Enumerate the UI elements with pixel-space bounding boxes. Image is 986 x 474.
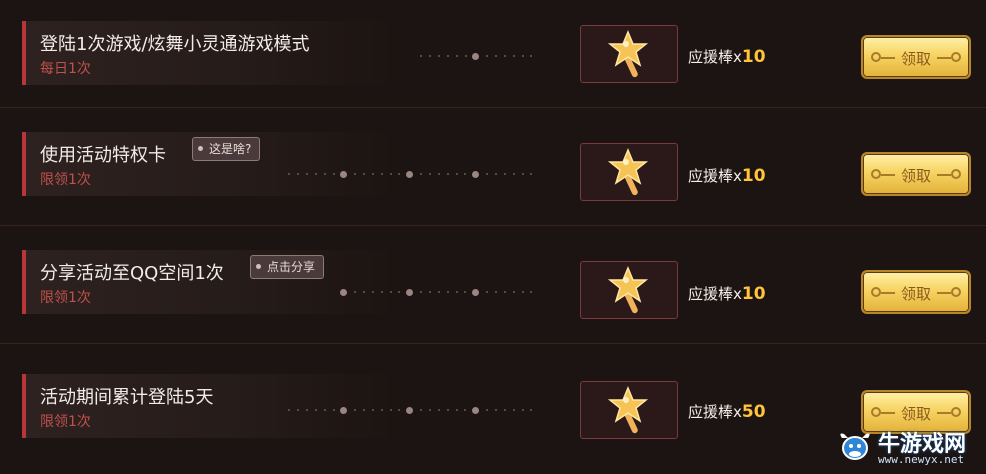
claim-label: 领取 [900,50,931,68]
reward-text: 应援棒x10 [688,46,766,67]
task-title: 使用活动特权卡 [40,145,166,166]
claim-button[interactable]: 领取 [861,270,971,314]
task-limit: 限领1次 [40,290,91,306]
reward-multiplier: x [733,403,742,421]
task-limit: 限领1次 [40,414,91,430]
star-wand-icon [608,30,649,78]
reward-count: 10 [741,47,766,67]
claim-button[interactable]: 领取 [861,35,971,79]
whats-this-tag[interactable]: 这是啥? [192,137,261,161]
reward-item-frame [580,143,678,201]
star-wand-icon [608,386,649,434]
progress-dots [288,288,532,296]
reward-multiplier: x [733,167,742,185]
claim-label: 领取 [900,405,931,423]
reward-count: 50 [741,402,766,422]
task-title: 登陆1次游戏/炫舞小灵通游戏模式 [40,34,310,55]
progress-dots [288,170,532,178]
task-title-box: 分享活动至QQ空间1次 限领1次 点击分享 [22,250,402,314]
claim-label: 领取 [900,167,931,185]
bull-logo-icon [840,433,870,460]
star-wand-icon [608,266,649,314]
task-title-box: 使用活动特权卡 限领1次 这是啥? [22,132,402,196]
progress-dots [420,52,532,60]
task-row-login: 登陆1次游戏/炫舞小灵通游戏模式 每日1次 应援棒x10 领取 [0,0,986,108]
claim-label: 领取 [900,285,931,303]
reward-count: 10 [741,284,766,304]
task-row-share: 分享活动至QQ空间1次 限领1次 点击分享 应援棒x10 领取 [0,226,986,344]
task-limit: 限领1次 [40,172,91,188]
accent-bar [22,132,26,196]
task-title-box: 登陆1次游戏/炫舞小灵通游戏模式 每日1次 [22,21,402,85]
reward-text: 应援棒x10 [688,283,766,304]
reward-text: 应援棒x10 [688,165,766,186]
reward-item-frame [580,261,678,319]
task-title: 分享活动至QQ空间1次 [40,263,224,284]
reward-name: 应援棒 [688,48,734,66]
reward-item-frame [580,25,678,83]
star-wand-icon [608,148,649,196]
reward-name: 应援棒 [688,285,734,303]
reward-multiplier: x [733,48,742,66]
task-row-privilege-card: 使用活动特权卡 限领1次 这是啥? 应援棒x10 领取 [0,108,986,226]
reward-multiplier: x [733,285,742,303]
accent-bar [22,250,26,314]
site-watermark: 牛游戏网 www.newyx.net [836,426,976,468]
reward-count: 10 [741,166,766,186]
reward-name: 应援棒 [688,403,734,421]
claim-button[interactable]: 领取 [861,152,971,196]
watermark-url: www.newyx.net [878,453,965,466]
reward-text: 应援棒x50 [688,401,766,422]
progress-dots [288,406,532,414]
reward-name: 应援棒 [688,167,734,185]
share-tag[interactable]: 点击分享 [250,255,325,279]
accent-bar [22,374,26,438]
task-title: 活动期间累计登陆5天 [40,387,214,408]
accent-bar [22,21,26,85]
task-limit: 每日1次 [40,61,91,77]
reward-item-frame [580,381,678,439]
